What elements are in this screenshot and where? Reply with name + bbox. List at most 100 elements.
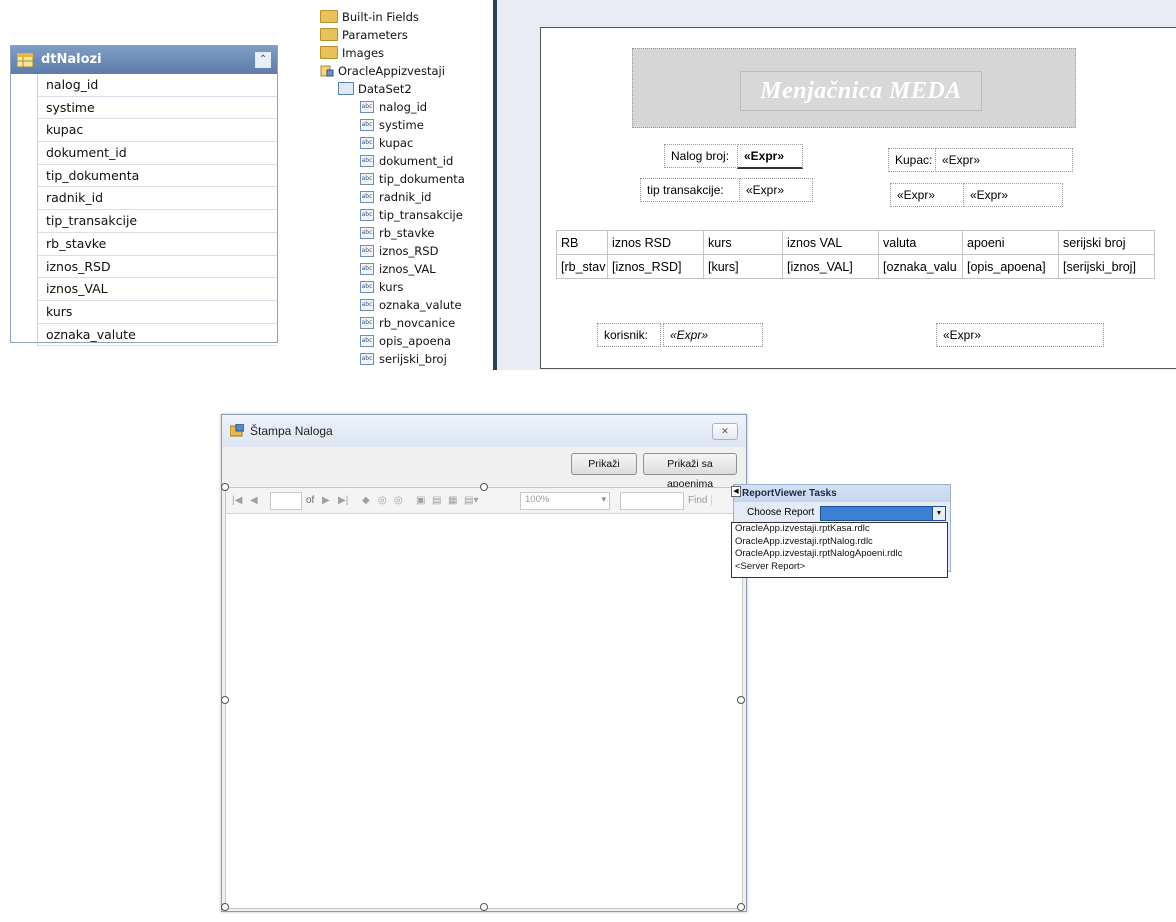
dropdown-option[interactable]: <Server Report> xyxy=(732,561,947,574)
dropdown-option[interactable]: OracleApp.izvestaji.rptNalogApoeni.rdlc xyxy=(732,548,947,561)
prikazi-sa-apoenima-button[interactable]: Prikaži sa apoenima xyxy=(643,453,737,490)
resize-handle-n[interactable] xyxy=(480,483,488,491)
korisnik-expr-textbox[interactable]: «Expr» xyxy=(663,323,763,347)
table-cell[interactable]: [iznos_RSD] xyxy=(607,254,704,279)
print-layout-icon[interactable]: ▤ xyxy=(432,494,441,507)
table-header-cell[interactable]: iznos RSD xyxy=(607,230,704,255)
close-icon[interactable]: ✕ xyxy=(712,423,738,440)
footer-expr-textbox[interactable]: «Expr» xyxy=(936,323,1104,347)
tree-field-item[interactable]: abc iznos_VAL xyxy=(360,260,436,278)
nalog-expr-textbox[interactable]: «Expr» xyxy=(737,144,803,169)
tree-field-item[interactable]: abc kurs xyxy=(360,278,403,296)
dtnalozi-table[interactable]: dtNalozi ⌃ nalog_id systime kupac dokume… xyxy=(10,45,278,347)
table-header-cell[interactable]: valuta xyxy=(878,230,963,255)
refresh-icon[interactable]: ◎ xyxy=(394,494,403,507)
tree-item-datasource[interactable]: OracleAppizvestaji xyxy=(320,62,445,80)
tree-field-item[interactable]: abc tip_transakcije xyxy=(360,206,463,224)
korisnik-label-textbox[interactable]: korisnik: xyxy=(597,323,661,347)
tree-field-item[interactable]: abc opis_apoena xyxy=(360,332,451,350)
resize-handle-e[interactable] xyxy=(737,696,745,704)
table-field-row[interactable]: tip_dokumenta xyxy=(38,165,277,188)
nalog-label-textbox[interactable]: Nalog broj: xyxy=(664,144,738,168)
table-header-cell[interactable]: apoeni xyxy=(962,230,1059,255)
table-header-cell[interactable]: kurs xyxy=(703,230,783,255)
tree-field-item[interactable]: abc tip_dokumenta xyxy=(360,170,465,188)
find-input[interactable] xyxy=(620,492,684,510)
find-link[interactable]: Find xyxy=(688,494,707,507)
export-icon[interactable]: ▤▾ xyxy=(464,494,478,507)
table-field-row[interactable]: rb_stavke xyxy=(38,233,277,256)
prev-page-icon[interactable]: ◀ xyxy=(250,494,258,507)
resize-handle-w[interactable] xyxy=(221,696,229,704)
dropdown-option[interactable]: OracleApp.izvestaji.rptKasa.rdlc xyxy=(732,523,947,536)
tree-item-images[interactable]: Images xyxy=(320,44,384,62)
tree-field-item[interactable]: abc dokument_id xyxy=(360,152,453,170)
table-cell[interactable]: [iznos_VAL] xyxy=(782,254,879,279)
collapse-icon[interactable]: ⌃ xyxy=(255,52,271,68)
tree-item-builtin-fields[interactable]: Built-in Fields xyxy=(320,8,419,26)
tree-item-parameters[interactable]: Parameters xyxy=(320,26,408,44)
tip-transakcije-expr-textbox[interactable]: «Expr» xyxy=(739,178,813,202)
table-field-row[interactable]: oznaka_valute xyxy=(38,324,277,347)
tree-field-item[interactable]: abc rb_novcanice xyxy=(360,314,455,332)
table-cell[interactable]: [opis_apoena] xyxy=(962,254,1059,279)
window-titlebar[interactable]: Štampa Naloga ✕ xyxy=(222,415,746,447)
tree-field-item[interactable]: abc systime xyxy=(360,116,424,134)
table-icon xyxy=(17,53,33,67)
table-cell[interactable]: [oznaka_valu xyxy=(878,254,963,279)
report-viewer[interactable]: |◀ ◀ of ▶ ▶| ◆ ◎ ◎ ▣ ▤ ▦ ▤▾ 100% ▾ Find … xyxy=(225,487,743,909)
table-field-row[interactable]: iznos_RSD xyxy=(38,256,277,279)
kupac-expr-textbox[interactable]: «Expr» xyxy=(935,148,1073,172)
tree-item-dataset[interactable]: DataSet2 xyxy=(338,80,412,98)
tree-field-item[interactable]: abc iznos_RSD xyxy=(360,242,438,260)
table-header-cell[interactable]: serijski broj xyxy=(1058,230,1155,255)
dropdown-arrow-icon[interactable]: ▼ xyxy=(932,506,946,521)
stop-icon[interactable]: ◎ xyxy=(378,494,387,507)
zoom-select[interactable]: 100% ▾ xyxy=(520,492,610,510)
table-field-row[interactable]: kurs xyxy=(38,301,277,324)
tree-field-item[interactable]: abc nalog_id xyxy=(360,98,427,116)
table-cell[interactable]: [rb_stav xyxy=(556,254,608,279)
print-icon[interactable]: ▣ xyxy=(416,494,425,507)
smart-tag-arrow-icon[interactable]: ◀ xyxy=(731,486,741,497)
table-field-row[interactable]: tip_transakcije xyxy=(38,210,277,233)
choose-report-dropdown-list[interactable]: OracleApp.izvestaji.rptKasa.rdlc OracleA… xyxy=(731,522,948,578)
table-field-row[interactable]: kupac xyxy=(38,119,277,143)
table-header-cell[interactable]: iznos VAL xyxy=(782,230,879,255)
prikazi-button[interactable]: Prikaži xyxy=(571,453,637,475)
dtnalozi-header[interactable]: dtNalozi ⌃ xyxy=(11,46,277,74)
page-setup-icon[interactable]: ▦ xyxy=(448,494,457,507)
next-page-icon[interactable]: ▶ xyxy=(322,494,330,507)
choose-report-combo[interactable]: ▼ xyxy=(820,506,946,521)
report-title-textbox[interactable]: Menjačnica MEDA xyxy=(740,71,982,111)
tree-field-item[interactable]: abc oznaka_valute xyxy=(360,296,462,314)
expr-textbox-a[interactable]: «Expr» xyxy=(890,183,964,207)
tree-field-item[interactable]: abc radnik_id xyxy=(360,188,431,206)
table-header-cell[interactable]: RB xyxy=(556,230,608,255)
last-page-icon[interactable]: ▶| xyxy=(338,494,348,507)
resize-handle-s[interactable] xyxy=(480,903,488,911)
first-page-icon[interactable]: |◀ xyxy=(232,494,242,507)
tree-field-item[interactable]: abc kupac xyxy=(360,134,413,152)
resize-handle-nw[interactable] xyxy=(221,483,229,491)
kupac-label-textbox[interactable]: Kupac: xyxy=(888,148,936,172)
table-cell[interactable]: [serijski_broj] xyxy=(1058,254,1155,279)
table-field-row[interactable]: systime xyxy=(38,97,277,120)
page-number-input[interactable] xyxy=(270,492,302,510)
resize-handle-sw[interactable] xyxy=(221,903,229,911)
table-field-row[interactable]: dokument_id xyxy=(38,142,277,165)
stampa-naloga-window[interactable]: Štampa Naloga ✕ Prikaži Prikaži sa apoen… xyxy=(221,414,747,912)
back-icon[interactable]: ◆ xyxy=(362,494,370,507)
resize-handle-se[interactable] xyxy=(737,903,745,911)
tip-transakcije-label-textbox[interactable]: tip transakcije: xyxy=(640,178,740,202)
table-cell[interactable]: [kurs] xyxy=(703,254,783,279)
table-field-row[interactable]: nalog_id xyxy=(38,74,277,97)
dropdown-option[interactable]: OracleApp.izvestaji.rptNalog.rdlc xyxy=(732,536,947,549)
tree-field-item[interactable]: abc rb_stavke xyxy=(360,224,434,242)
table-field-row[interactable]: iznos_VAL xyxy=(38,278,277,301)
tree-item-label: OracleAppizvestaji xyxy=(338,64,445,78)
expr-textbox-b[interactable]: «Expr» xyxy=(963,183,1063,207)
report-detail-table[interactable]: RB iznos RSD kurs iznos VAL valuta apoen… xyxy=(556,230,1155,279)
tree-field-item[interactable]: abc serijski_broj xyxy=(360,350,447,368)
table-field-row[interactable]: radnik_id xyxy=(38,187,277,211)
